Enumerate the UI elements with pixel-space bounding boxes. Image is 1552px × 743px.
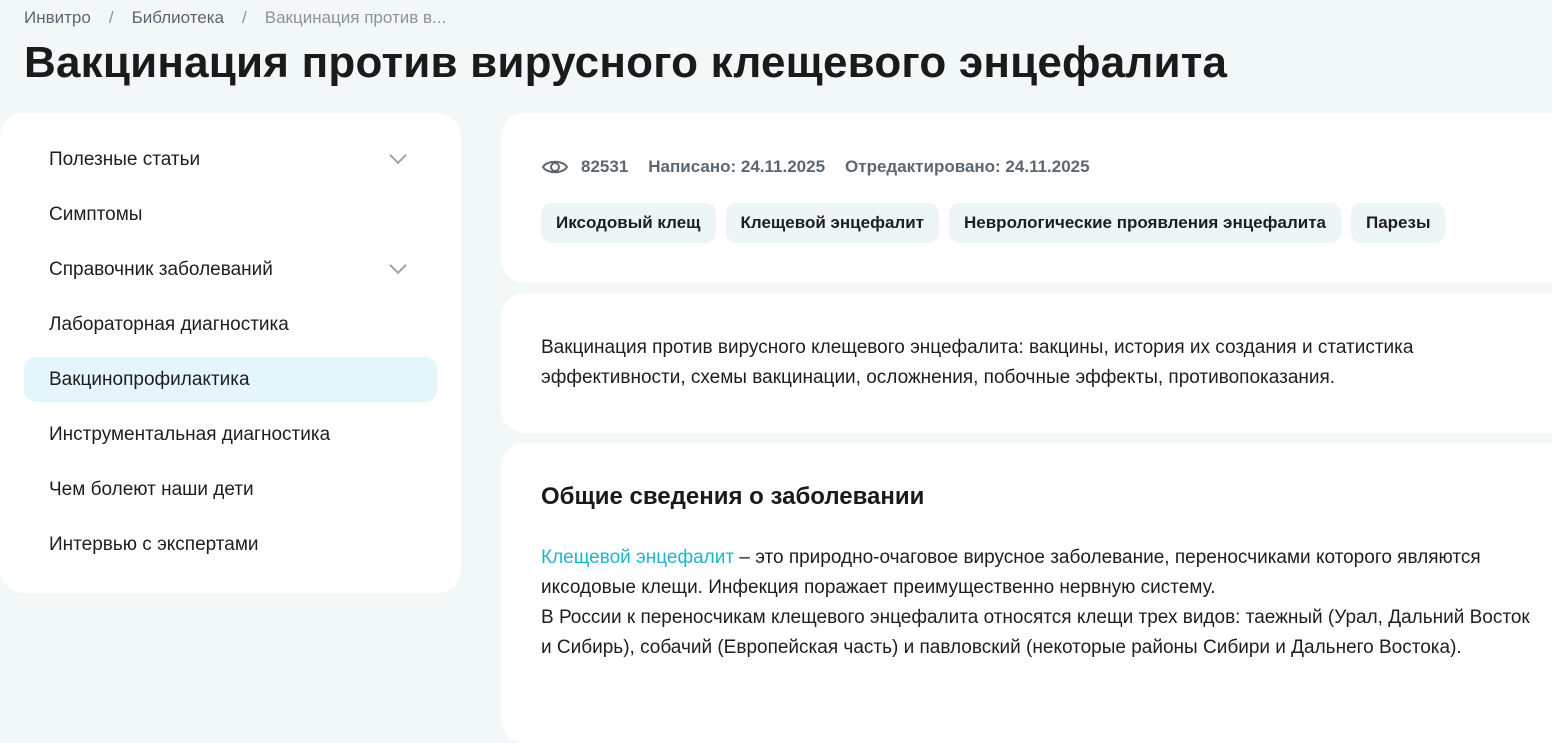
sidebar-item-symptoms[interactable]: Симптомы (24, 192, 437, 237)
page-title: Вакцинация против вирусного клещевого эн… (24, 38, 1228, 87)
sidebar-item-label: Интервью с экспертами (49, 533, 259, 555)
sidebar-item-disease-reference[interactable]: Справочник заболеваний (24, 247, 437, 292)
article-intro: Вакцинация против вирусного клещевого эн… (541, 337, 1414, 388)
sidebar-item-instrumental-diagnostics[interactable]: Инструментальная диагностика (24, 412, 437, 457)
paragraph: Клещевой энцефалит – это природно-очагов… (541, 543, 1531, 603)
breadcrumb-separator: / (108, 8, 114, 27)
sidebar-item-useful-articles[interactable]: Полезные статьи (24, 137, 437, 182)
sidebar-item-interviews[interactable]: Интервью с экспертами (24, 522, 437, 567)
breadcrumb-item-invitro[interactable]: Инвитро (24, 8, 91, 28)
article-meta-card: 82531 Написано: 24.11.2025 Отредактирова… (501, 113, 1552, 283)
paragraph: В России к переносчикам клещевого энцефа… (541, 607, 1530, 658)
tag-ixodid-tick[interactable]: Иксодовый клещ (541, 203, 716, 243)
breadcrumb-item-library[interactable]: Библиотека (132, 8, 224, 28)
sidebar-item-lab-diagnostics[interactable]: Лабораторная диагностика (24, 302, 437, 347)
section-title: Общие сведения о заболевании (541, 483, 925, 510)
tag-neurological-manifestations[interactable]: Неврологические проявления энцефалита (949, 203, 1341, 243)
sidebar-item-label: Справочник заболеваний (49, 258, 273, 280)
tag-tick-encephalitis[interactable]: Клещевой энцефалит (725, 203, 939, 243)
tick-encephalitis-link[interactable]: Клещевой энцефалит (541, 547, 734, 568)
edited-date: Отредактировано: 24.11.2025 (845, 157, 1090, 176)
sidebar-item-label: Инструментальная диагностика (49, 423, 331, 445)
section-body: Клещевой энцефалит – это природно-очагов… (541, 543, 1531, 663)
views-count: 82531 (581, 157, 629, 176)
chevron-down-icon (389, 153, 407, 164)
eye-icon (541, 160, 569, 174)
sidebar-item-label: Полезные статьи (49, 148, 201, 170)
sidebar-item-vaccination[interactable]: Вакцинопрофилактика (24, 357, 437, 402)
chevron-down-icon (389, 263, 407, 274)
tag-paresis[interactable]: Парезы (1350, 203, 1446, 243)
breadcrumb: Инвитро / Библиотека / Вакцинация против… (24, 8, 446, 28)
breadcrumb-current: Вакцинация против в... (264, 8, 447, 27)
sidebar-item-label: Вакцинопрофилактика (49, 368, 250, 390)
article-intro-card: Вакцинация против вирусного клещевого эн… (501, 293, 1552, 433)
article-section-card: Общие сведения о заболевании Клещевой эн… (501, 443, 1552, 743)
sidebar-item-label: Лабораторная диагностика (49, 313, 289, 335)
article-meta: 82531 Написано: 24.11.2025 Отредактирова… (541, 153, 1110, 181)
sidebar-item-label: Симптомы (49, 203, 143, 225)
written-date: Написано: 24.11.2025 (648, 157, 826, 176)
sidebar-item-children[interactable]: Чем болеют наши дети (24, 467, 437, 512)
sidebar: Полезные статьи Симптомы Справочник забо… (0, 113, 461, 593)
sidebar-item-label: Чем болеют наши дети (49, 478, 254, 500)
tag-list: Иксодовый клещ Клещевой энцефалит Неврол… (541, 203, 1455, 243)
breadcrumb-separator: / (242, 8, 247, 27)
